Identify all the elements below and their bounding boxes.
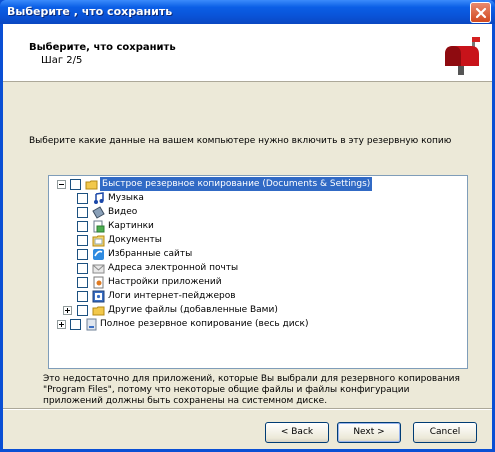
tree-label-full-backup[interactable]: Полное резервное копирование (весь диск): [100, 317, 308, 331]
tree-label[interactable]: Другие файлы (добавленные Вами): [108, 303, 278, 317]
disk-icon: [86, 318, 97, 331]
tree-label[interactable]: Избранные сайты: [108, 247, 192, 261]
wizard-window: Выберите , что сохранить Выберите, что с…: [0, 0, 495, 452]
cancel-button[interactable]: Cancel: [413, 422, 477, 443]
tree-label[interactable]: Картинки: [108, 219, 154, 233]
folder-icon: [92, 306, 105, 316]
checkbox[interactable]: [77, 277, 88, 288]
tree-label[interactable]: Адреса электронной почты: [108, 261, 238, 275]
mailbox-icon: [440, 33, 482, 75]
dialog-body: Выберите, что сохранить Шаг 2/5 Выберите…: [3, 24, 492, 449]
tree-label[interactable]: Музыка: [108, 191, 144, 205]
tree-label[interactable]: Настройки приложений: [108, 275, 222, 289]
favorites-icon: [93, 249, 104, 260]
tree-label-quick-backup[interactable]: Быстрое резервное копирование (Documents…: [100, 177, 373, 191]
checkbox[interactable]: [77, 291, 88, 302]
checkbox[interactable]: [70, 319, 81, 330]
tree-label[interactable]: Видео: [108, 205, 137, 219]
folder-icon: [85, 180, 98, 190]
tree-label[interactable]: Логи интернет-пейджеров: [108, 289, 236, 303]
music-icon: [94, 192, 104, 204]
back-button[interactable]: < Back: [265, 422, 329, 443]
close-icon: [475, 7, 487, 19]
pictures-icon: [93, 220, 105, 233]
documents-icon: [92, 235, 105, 247]
warning-note: Это недостаточно для приложений, которые…: [43, 374, 460, 406]
expand-toggle[interactable]: [63, 306, 72, 315]
checkbox[interactable]: [77, 305, 88, 316]
video-icon: [92, 206, 105, 219]
checkbox[interactable]: [77, 207, 88, 218]
close-button[interactable]: [470, 2, 491, 23]
checkbox[interactable]: [77, 249, 88, 260]
instruction-text: Выберите какие данные на вашем компьютер…: [29, 136, 452, 146]
backup-tree[interactable]: Быстрое резервное копирование (Documents…: [48, 175, 468, 369]
email-icon: [92, 264, 105, 274]
expand-toggle[interactable]: [57, 320, 66, 329]
page-title: Выберите, что сохранить: [29, 42, 176, 53]
messenger-logs-icon: [92, 290, 105, 303]
button-divider: [3, 408, 492, 410]
collapse-toggle[interactable]: [57, 180, 66, 189]
title-bar[interactable]: Выберите , что сохранить: [0, 0, 495, 24]
checkbox[interactable]: [77, 263, 88, 274]
tree-label[interactable]: Документы: [108, 233, 162, 247]
wizard-header: Выберите, что сохранить Шаг 2/5: [3, 24, 492, 82]
checkbox[interactable]: [77, 235, 88, 246]
next-button[interactable]: Next >: [337, 422, 401, 443]
checkbox[interactable]: [70, 179, 81, 190]
checkbox[interactable]: [77, 221, 88, 232]
step-indicator: Шаг 2/5: [41, 55, 83, 66]
window-title: Выберите , что сохранить: [7, 5, 173, 18]
app-settings-icon: [93, 276, 104, 289]
checkbox[interactable]: [77, 193, 88, 204]
